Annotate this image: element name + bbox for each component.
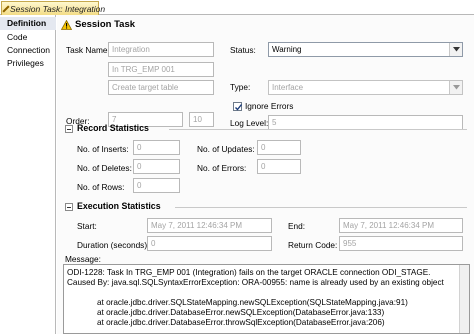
deletes-field[interactable]: 0 (133, 159, 180, 174)
deletes-label: No. of Deletes: (77, 163, 132, 173)
task-name-label: Task Name: (66, 45, 110, 55)
message-scrollbar[interactable] (459, 265, 469, 333)
message-line: Caused By: java.sql.SQLSyntaxErrorExcept… (67, 278, 444, 287)
page-title: Session Task (75, 19, 136, 30)
task-name-field[interactable]: Integration (108, 42, 214, 57)
order-secondary-field[interactable]: 10 (189, 112, 214, 127)
exec-stats-title: Execution Statistics (77, 201, 161, 211)
start-label: Start: (77, 221, 97, 231)
status-label: Status: (230, 45, 256, 55)
message-line: at oracle.jdbc.driver.DatabaseError.newS… (97, 308, 385, 317)
log-level-field[interactable]: 5 (268, 115, 463, 130)
start-field[interactable]: May 7, 2011 12:46:34 PM (147, 218, 272, 233)
type-select-value: Interface (272, 83, 304, 92)
sidebar-item-privileges[interactable]: Privileges (0, 57, 56, 70)
divider (169, 129, 467, 130)
sidebar-item-code[interactable]: Code (0, 31, 56, 44)
tab-label: Session Task: Integration (10, 3, 106, 14)
return-code-label: Return Code: (288, 240, 338, 250)
warning-triangle-icon (61, 20, 72, 30)
divider (175, 207, 467, 208)
message-line: ODI-1228: Task In TRG_EMP 001 (Integrati… (67, 268, 431, 277)
return-code-field[interactable]: 955 (339, 236, 463, 251)
ignore-errors-label: Ignore Errors (245, 101, 294, 111)
message-line: at oracle.jdbc.driver.DatabaseError.thro… (97, 318, 385, 327)
task-description-field[interactable]: Create target table (108, 80, 214, 95)
rows-label: No. of Rows: (77, 182, 125, 192)
task-origin-field[interactable]: In TRG_EMP 001 (108, 62, 214, 77)
errors-label: No. of Errors: (197, 163, 247, 173)
status-select[interactable]: Warning (268, 42, 463, 57)
end-field[interactable]: May 7, 2011 12:46:34 PM (339, 218, 463, 233)
inserts-label: No. of Inserts: (77, 144, 129, 154)
chevron-down-icon[interactable] (449, 43, 462, 56)
ignore-errors-checkbox[interactable] (233, 102, 243, 111)
task-diamond-icon (2, 4, 10, 13)
record-stats-title: Record Statistics (77, 123, 149, 133)
message-textarea[interactable]: ODI-1228: Task In TRG_EMP 001 (Integrati… (63, 264, 470, 334)
updates-field[interactable]: 0 (257, 140, 301, 155)
errors-field[interactable]: 0 (257, 159, 301, 174)
message-line: at oracle.jdbc.driver.SQLStateMapping.ne… (97, 298, 408, 307)
duration-field[interactable]: 0 (147, 236, 272, 251)
editor-tab-bar: Session Task: Integration (0, 0, 474, 15)
type-select[interactable]: Interface (268, 80, 463, 95)
chevron-down-icon[interactable] (449, 81, 462, 94)
inserts-field[interactable]: 0 (133, 140, 180, 155)
exec-stats-collapse-toggle[interactable] (65, 203, 73, 211)
checkmark-icon (235, 104, 243, 111)
end-label: End: (288, 221, 306, 231)
status-select-value: Warning (272, 45, 302, 54)
sidebar-item-connection[interactable]: Connection (0, 44, 56, 57)
type-label: Type: (230, 82, 251, 92)
updates-label: No. of Updates: (197, 144, 255, 154)
record-stats-collapse-toggle[interactable] (65, 125, 73, 133)
tab-session-task[interactable]: Session Task: Integration (1, 1, 105, 15)
message-line (67, 288, 466, 298)
log-level-label: Log Level: (230, 118, 269, 128)
sidebar-item-definition[interactable]: Definition (0, 17, 56, 30)
duration-label: Duration (seconds): (77, 240, 150, 250)
rows-field[interactable]: 0 (133, 178, 180, 193)
main-panel: Session Task Task Name: Integration In T… (57, 15, 474, 334)
sidebar: Definition Code Connection Privileges (0, 15, 56, 334)
